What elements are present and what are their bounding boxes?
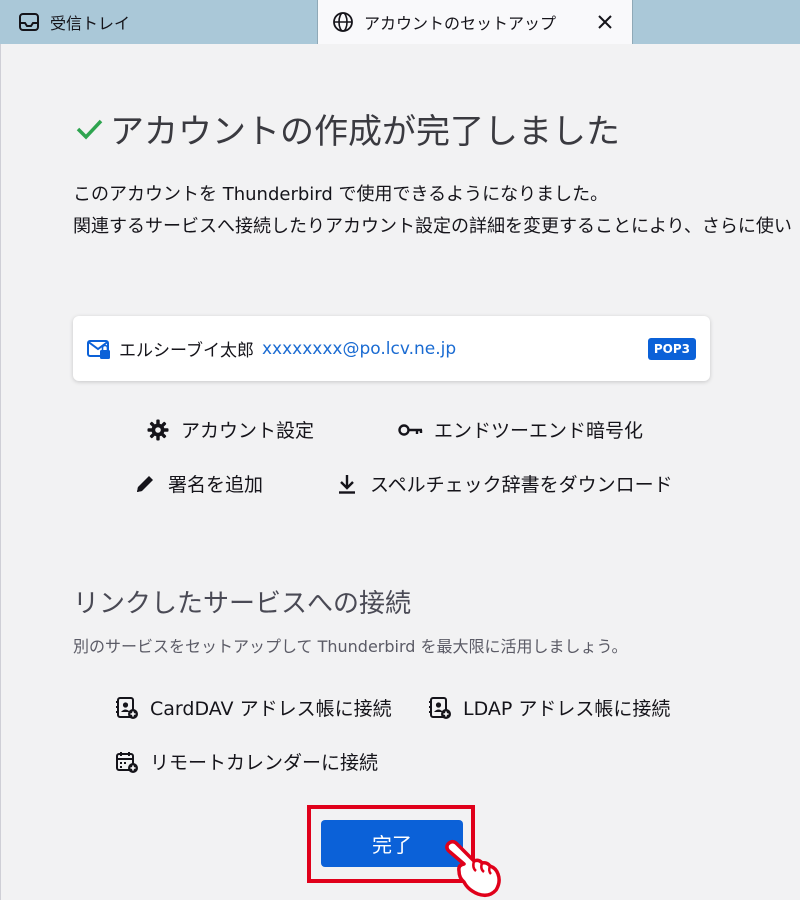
tab-inbox[interactable]: 受信トレイ: [0, 0, 316, 44]
calendar-add-icon: [114, 749, 140, 775]
description-line-2: 関連するサービスへ接続したりアカウント設定の詳細を変更することにより、さらに使い: [73, 216, 792, 237]
connect-carddav-link[interactable]: CardDAV アドレス帳に接続: [114, 694, 392, 721]
tab-bar: 受信トレイ アカウントのセットアップ: [0, 0, 800, 44]
account-card: エルシーブイ太郎 xxxxxxxx@po.lcv.ne.jp POP3: [73, 316, 710, 381]
spellcheck-download-label: スペルチェック辞書をダウンロード: [370, 474, 673, 496]
key-icon: [398, 417, 424, 443]
connect-ldap-label: LDAP アドレス帳に接続: [463, 698, 671, 720]
connect-remote-calendar-label: リモートカレンダーに接続: [150, 752, 379, 774]
pencil-icon: [132, 471, 158, 497]
connect-carddav-label: CardDAV アドレス帳に接続: [150, 698, 392, 720]
tab-account-setup-label: アカウントのセットアップ: [364, 14, 557, 33]
e2e-encryption-link[interactable]: エンドツーエンド暗号化: [398, 416, 643, 443]
checkmark-icon: [74, 114, 104, 144]
tab-account-setup[interactable]: アカウントのセットアップ: [317, 0, 633, 44]
account-settings-label: アカウント設定: [181, 420, 315, 442]
page-title: アカウントの作成が完了しました: [74, 104, 620, 153]
account-name: エルシーブイ太郎: [119, 341, 254, 361]
address-book-add-icon: [427, 695, 453, 721]
download-icon: [334, 471, 360, 497]
e2e-encryption-label: エンドツーエンド暗号化: [434, 420, 644, 442]
connect-remote-calendar-link[interactable]: リモートカレンダーに接続: [114, 748, 378, 775]
inbox-icon: [18, 11, 40, 33]
linked-services-description: 別のサービスをセットアップして Thunderbird を最大限に活用しましょう…: [73, 637, 628, 656]
gear-icon: [145, 417, 171, 443]
account-settings-link[interactable]: アカウント設定: [145, 416, 314, 443]
address-book-add-icon: [114, 695, 140, 721]
close-icon[interactable]: [594, 11, 616, 33]
protocol-badge: POP3: [647, 338, 696, 360]
spellcheck-download-link[interactable]: スペルチェック辞書をダウンロード: [334, 470, 673, 497]
description-line-1: このアカウントを Thunderbird で使用できるようになりました。: [73, 184, 609, 205]
mail-account-icon: [87, 338, 111, 360]
account-email: xxxxxxxx@po.lcv.ne.jp: [261, 338, 457, 359]
connect-ldap-link[interactable]: LDAP アドレス帳に接続: [427, 694, 670, 721]
add-signature-label: 署名を追加: [168, 474, 264, 496]
tab-inbox-label: 受信トレイ: [50, 14, 131, 33]
page-title-text: アカウントの作成が完了しました: [110, 112, 620, 152]
pointing-hand-icon: [445, 839, 501, 898]
linked-services-title: リンクしたサービスへの接続: [73, 589, 412, 619]
globe-icon: [332, 11, 354, 33]
add-signature-link[interactable]: 署名を追加: [132, 470, 263, 497]
